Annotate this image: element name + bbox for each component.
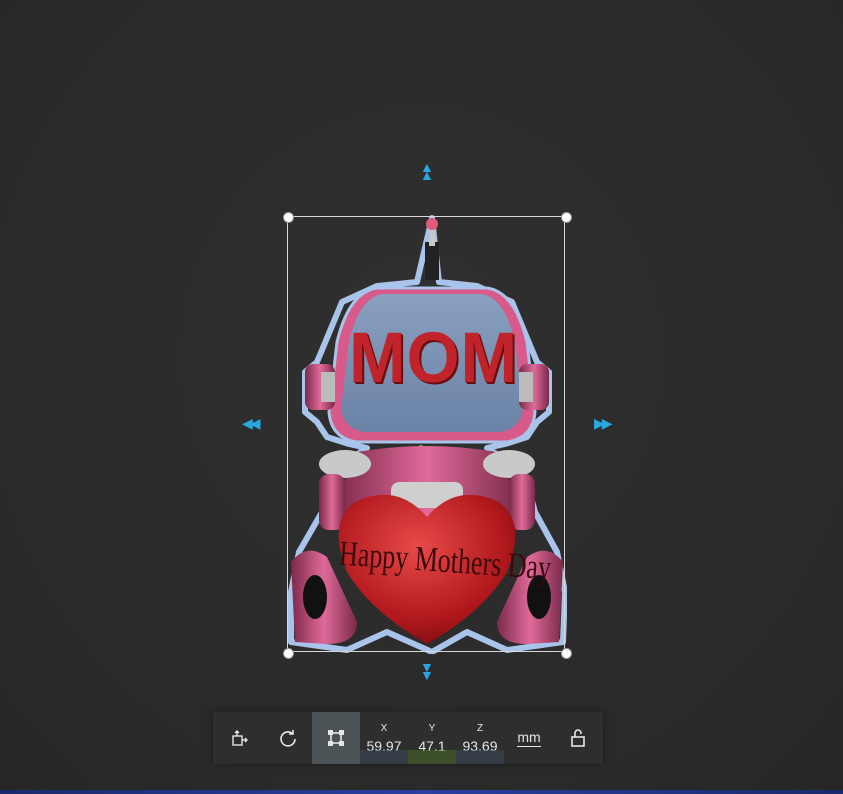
x-axis-bar [360,750,408,764]
z-label: Z [476,722,484,734]
y-axis-bar [408,750,456,764]
scale-icon [328,730,344,746]
lock-proportions-button[interactable] [554,712,602,764]
rotate-button[interactable] [264,712,312,764]
stretch-left-icon[interactable]: ◀◀ [242,416,260,430]
z-dimension-field[interactable]: Z 93.69 [456,712,504,764]
resize-handle-bottom-right[interactable] [561,648,572,659]
selection-box [287,216,565,652]
y-dimension-field[interactable]: Y 47.1 [408,712,456,764]
x-label: X [380,722,388,734]
taskbar-edge [0,790,843,794]
x-dimension-field[interactable]: X 59.97 [360,712,408,764]
stretch-right-icon[interactable]: ▶▶ [594,416,612,430]
scale-button[interactable] [312,712,360,764]
resize-handle-top-right[interactable] [561,212,572,223]
y-label: Y [428,722,436,734]
lock-icon [571,729,585,747]
stretch-down-icon[interactable]: ▼ ▼ [420,660,434,682]
rotate-icon [280,730,296,747]
z-axis-bar [456,750,504,764]
move-button[interactable] [216,712,264,764]
unit-label: mm [517,729,541,747]
resize-handle-bottom-left[interactable] [283,648,294,659]
stretch-up-icon[interactable]: ▲ ▲ [420,160,434,182]
unit-selector[interactable]: mm [504,712,554,764]
resize-handle-top-left[interactable] [283,212,294,223]
transform-toolbar: X 59.97 Y 47.1 Z 93.69 mm [213,712,603,764]
move-icon [232,730,248,746]
